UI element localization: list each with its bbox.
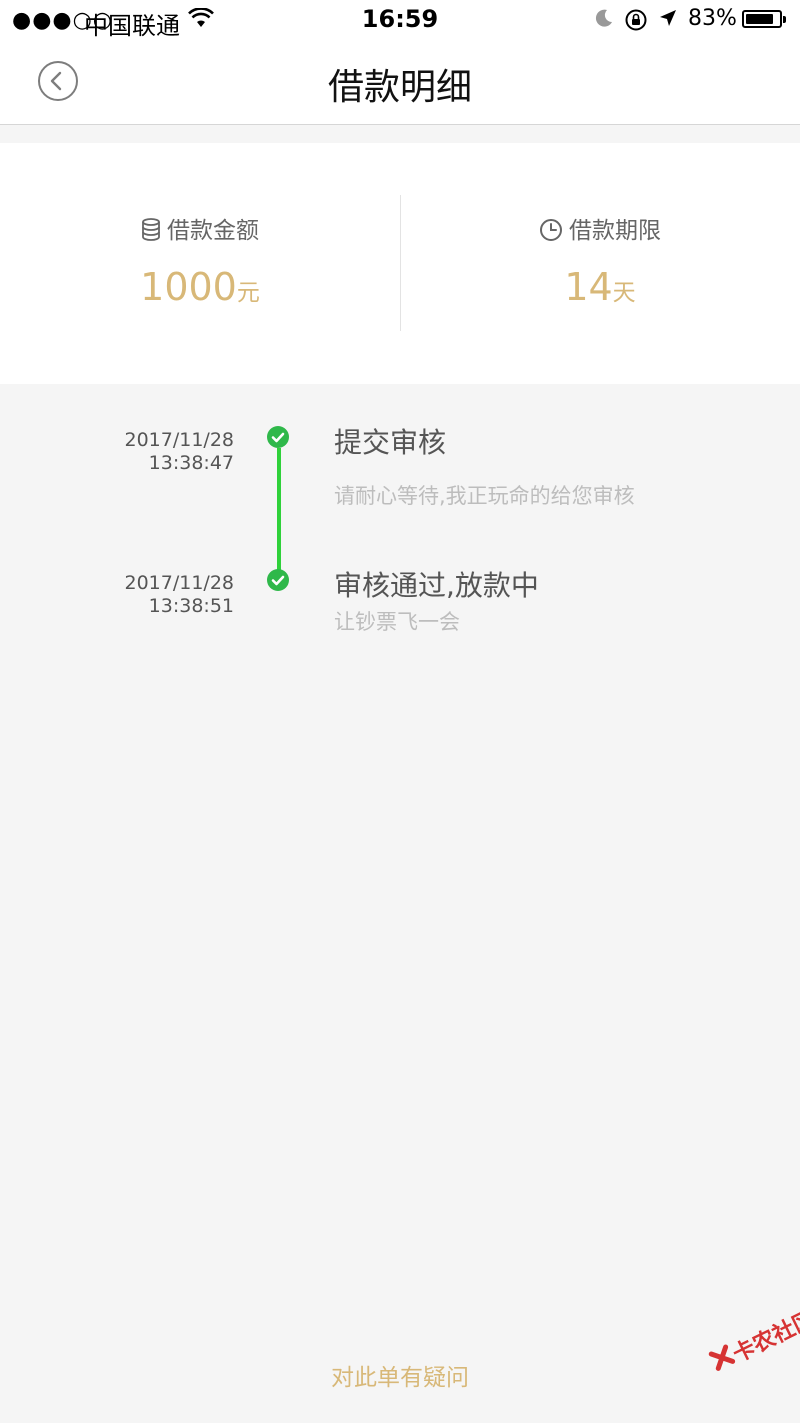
timeline-item-2-date: 2017/11/28 (124, 572, 234, 594)
loan-term-label-row: 借款期限 (400, 211, 800, 245)
check-circle-icon (267, 569, 289, 591)
clock-icon (540, 219, 562, 241)
status-bar: ●●●○○ 中国联通 16:59 83% (0, 0, 800, 40)
loan-summary-card: 借款金额 1000元 借款期限 14天 (0, 143, 800, 384)
loan-term-value: 14 (564, 265, 613, 309)
timeline-item-2-time: 13:38:51 (148, 595, 234, 617)
battery-fill (746, 14, 773, 24)
loan-term-value-row: 14天 (400, 265, 800, 309)
loan-amount-label: 借款金额 (167, 218, 259, 244)
loan-amount-section: 借款金额 1000元 (0, 143, 400, 384)
loan-term-section: 借款期限 14天 (400, 143, 800, 384)
coin-stack-icon (142, 218, 160, 241)
timeline-item-1-time: 13:38:47 (148, 452, 234, 474)
clock-time: 16:59 (361, 5, 439, 33)
timeline-item-2-timestamp: 2017/11/28 13:38:51 (60, 572, 234, 618)
moon-icon (595, 9, 612, 27)
timeline-item-2-subtitle: 让钞票飞一会 (334, 610, 460, 634)
timeline-item-1-timestamp: 2017/11/28 13:38:47 (60, 429, 234, 475)
timeline-connector (277, 448, 281, 580)
check-circle-icon (267, 426, 289, 448)
timeline-item-1-title: 提交审核 (334, 426, 447, 459)
loan-term-label: 借款期限 (569, 218, 661, 244)
question-link[interactable]: 对此单有疑问 (0, 1358, 800, 1392)
battery-percent: 83% (688, 6, 737, 31)
loan-term-unit: 天 (612, 280, 636, 306)
timeline-item-1-subtitle: 请耐心等待,我正玩命的给您审核 (334, 484, 635, 508)
navigation-bar: 借款明细 (0, 40, 800, 125)
location-arrow-icon (660, 10, 676, 26)
battery-icon (742, 10, 786, 28)
page-title: 借款明细 (327, 67, 472, 108)
timeline-item-2-title: 审核通过,放款中 (334, 569, 539, 602)
loan-amount-value-row: 1000元 (0, 265, 400, 309)
rotation-lock-icon (625, 9, 647, 31)
battery-nub (783, 16, 786, 23)
loan-amount-value: 1000 (140, 265, 237, 309)
timeline-item-1-date: 2017/11/28 (124, 429, 234, 451)
loan-amount-unit: 元 (236, 280, 260, 306)
loan-amount-label-row: 借款金额 (0, 211, 400, 245)
